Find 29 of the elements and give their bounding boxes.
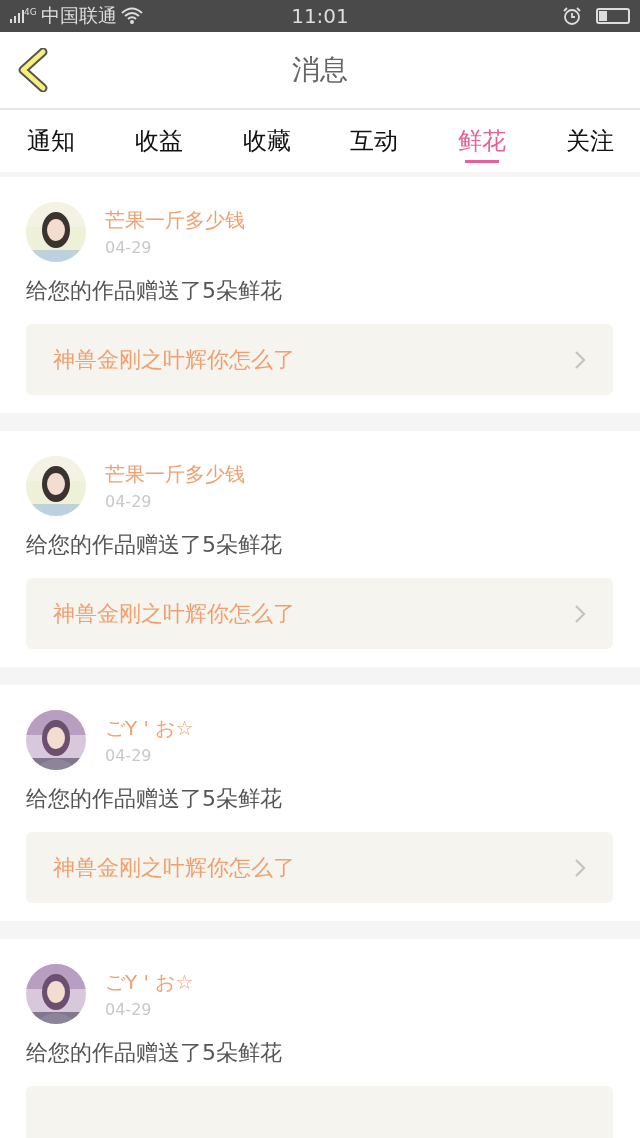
- message-text: 给您的作品赠送了5朵鲜花: [26, 785, 283, 813]
- battery-icon: [596, 8, 630, 24]
- chevron-right-icon: [574, 857, 586, 878]
- page-title: 消息: [292, 52, 348, 88]
- sender-name[interactable]: 芒果一斤多少钱: [105, 207, 245, 234]
- message-text: 给您的作品赠送了5朵鲜花: [26, 1039, 283, 1067]
- carrier-name: 中国联通: [40, 3, 117, 28]
- alarm-icon: [562, 6, 582, 26]
- clock-time: 11:01: [291, 4, 349, 28]
- signal-icon: [10, 9, 24, 23]
- chevron-right-icon: [574, 349, 586, 370]
- tab[interactable]: 鲜花: [439, 110, 526, 172]
- network-type: 4G: [24, 7, 37, 17]
- message-text: 给您的作品赠送了5朵鲜花: [26, 277, 283, 305]
- tab[interactable]: 互动: [331, 110, 418, 172]
- tab[interactable]: 通知: [8, 110, 94, 172]
- work-link[interactable]: 神兽金刚之叶辉你怎么了: [26, 832, 613, 903]
- work-link[interactable]: 神兽金刚之叶辉你怎么了: [26, 324, 613, 395]
- sender-name[interactable]: 芒果一斤多少钱: [105, 461, 245, 488]
- sender-name[interactable]: ごY ' お☆: [105, 715, 194, 742]
- sender-name[interactable]: ごY ' お☆: [105, 969, 194, 996]
- chevron-right-icon: [574, 603, 586, 624]
- back-icon[interactable]: [17, 48, 49, 92]
- wifi-icon: [120, 7, 143, 25]
- work-link[interactable]: 神兽金刚之叶辉你怎么了: [26, 578, 613, 649]
- tab[interactable]: 收益: [115, 110, 202, 172]
- tab[interactable]: 收藏: [223, 110, 310, 172]
- tab[interactable]: 关注: [547, 110, 633, 172]
- message-text: 给您的作品赠送了5朵鲜花: [26, 531, 283, 559]
